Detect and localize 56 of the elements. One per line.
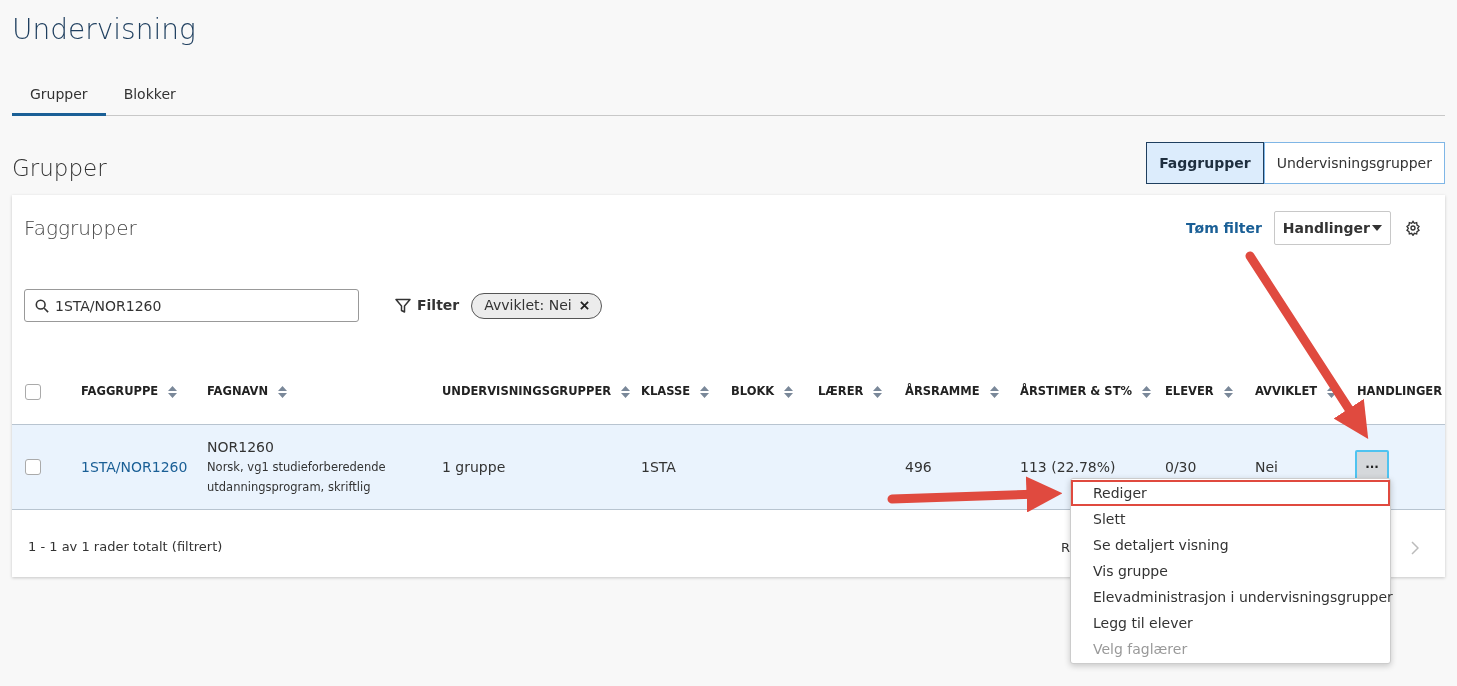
sort-icon[interactable] bbox=[784, 385, 794, 398]
tab[interactable]: Grupper bbox=[12, 76, 106, 116]
column-header[interactable]: ELEVER bbox=[1165, 382, 1214, 401]
menu-item[interactable]: Legg til elever bbox=[1071, 610, 1390, 636]
rows-label: R bbox=[1061, 539, 1071, 557]
sort-icon[interactable] bbox=[989, 385, 999, 398]
row-count: 1 - 1 av 1 rader totalt (filtrert) bbox=[28, 537, 223, 556]
view-toggle-button[interactable]: Undervisningsgrupper bbox=[1263, 142, 1445, 184]
settings-icon[interactable] bbox=[1405, 220, 1421, 236]
search-field[interactable]: 1STA/NOR1260 bbox=[24, 289, 359, 322]
sort-icon[interactable] bbox=[1223, 385, 1233, 398]
column-header[interactable]: FAGGRUPPE bbox=[81, 382, 159, 401]
column-header[interactable]: HANDLINGER bbox=[1357, 382, 1443, 401]
card-title: Faggrupper bbox=[24, 215, 137, 242]
tab[interactable]: Blokker bbox=[105, 76, 194, 116]
sort-icon[interactable] bbox=[873, 385, 883, 398]
group-link[interactable]: 1STA/NOR1260 bbox=[81, 459, 188, 475]
actions-dropdown[interactable]: Handlinger bbox=[1273, 211, 1391, 245]
filter-icon bbox=[395, 297, 411, 314]
caret-icon bbox=[1372, 225, 1382, 231]
search-icon bbox=[35, 299, 49, 313]
view-toggle-button[interactable]: Faggrupper bbox=[1146, 142, 1264, 184]
table-cell: 0/30 bbox=[1165, 459, 1197, 475]
sort-icon[interactable] bbox=[278, 385, 288, 398]
sort-icon[interactable] bbox=[1327, 385, 1337, 398]
table-cell-text: NOR1260 bbox=[207, 438, 275, 457]
table-cell: Nei bbox=[1255, 459, 1278, 475]
table-cell-text: Norsk, vg1 studieforberedende utdanningsprogram, skriftlig bbox=[207, 459, 387, 496]
filter-button[interactable]: Filter bbox=[395, 295, 460, 316]
checkbox[interactable] bbox=[25, 383, 41, 400]
close-icon[interactable] bbox=[579, 301, 589, 310]
table-cell: 1 gruppe bbox=[442, 459, 506, 475]
column-header[interactable]: BLOKK bbox=[731, 382, 775, 401]
table-cell: 113 (22.78%) bbox=[1020, 459, 1116, 475]
section-title: Grupper bbox=[12, 154, 107, 183]
table-cell: 496 bbox=[905, 459, 932, 475]
column-header[interactable]: ÅRSTIMER & ST% bbox=[1020, 382, 1132, 401]
menu-item[interactable]: Se detaljert visning bbox=[1071, 532, 1390, 558]
table-cell: 1STA bbox=[641, 459, 676, 475]
sort-icon[interactable] bbox=[621, 385, 631, 398]
sort-icon[interactable] bbox=[700, 385, 710, 398]
chevron-right-icon[interactable] bbox=[1411, 541, 1419, 555]
filter-chip-label: Avviklet: Nei bbox=[484, 296, 572, 315]
column-header[interactable]: FAGNAVN bbox=[207, 382, 269, 401]
column-header[interactable]: ÅRSRAMME bbox=[905, 382, 980, 401]
page-title: Undervisning bbox=[12, 12, 196, 48]
column-header[interactable]: AVVIKLET bbox=[1255, 382, 1318, 401]
menu-item[interactable]: Vis gruppe bbox=[1071, 558, 1390, 584]
column-header[interactable]: UNDERVISNINGSGRUPPER bbox=[442, 382, 612, 401]
menu-item[interactable]: Rediger bbox=[1071, 480, 1390, 506]
sort-icon[interactable] bbox=[168, 385, 178, 398]
checkbox[interactable] bbox=[25, 459, 41, 475]
sort-icon[interactable] bbox=[1142, 385, 1151, 398]
clear-filter-link[interactable]: Tøm filter bbox=[1186, 217, 1262, 239]
column-header[interactable]: KLASSE bbox=[641, 382, 691, 401]
column-header[interactable]: LÆRER bbox=[818, 382, 864, 401]
